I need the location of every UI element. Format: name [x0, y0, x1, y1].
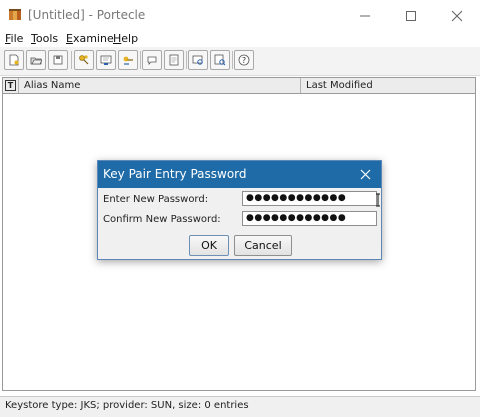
column-header-type[interactable]: T: [3, 78, 19, 93]
dialog-title: Key Pair Entry Password: [103, 167, 247, 181]
confirm-password-field[interactable]: ●●●●●●●●●●●●: [242, 211, 377, 226]
enter-password-field[interactable]: ●●●●●●●●●●●●: [242, 191, 377, 206]
examine-crl-icon: [214, 54, 226, 66]
open-keystore-icon: [30, 57, 42, 65]
menu-examine[interactable]: Examine: [66, 32, 114, 45]
close-window-button[interactable]: [434, 0, 480, 31]
menu-tools[interactable]: Tools: [31, 32, 58, 45]
save-keystore-button[interactable]: [48, 50, 68, 70]
table-header: T Alias Name Last Modified: [3, 78, 475, 94]
new-keystore-icon: [9, 54, 19, 66]
set-keystore-password-button[interactable]: [142, 50, 162, 70]
minimize-button[interactable]: [342, 0, 388, 31]
generate-key-pair-icon: [79, 55, 89, 65]
status-text: Keystore type: JKS; provider: SUN, size:…: [5, 400, 249, 411]
portecle-app-icon: [8, 8, 22, 22]
import-key-pair-button[interactable]: [118, 50, 138, 70]
column-header-last-modified[interactable]: Last Modified: [301, 78, 475, 93]
menu-bar: File Tools Examine Help: [0, 31, 480, 47]
enter-password-label: Enter New Password:: [103, 194, 209, 205]
help-button[interactable]: ?: [234, 50, 254, 70]
dialog-close-button[interactable]: [353, 164, 377, 184]
menu-file[interactable]: File: [5, 32, 23, 45]
generate-key-pair-button[interactable]: [74, 50, 94, 70]
text-cursor-icon: [376, 193, 380, 207]
save-keystore-icon: [53, 55, 63, 65]
set-keystore-password-icon: [147, 56, 157, 65]
import-trusted-certificate-button[interactable]: [96, 50, 116, 70]
maximize-button[interactable]: [388, 0, 434, 31]
examine-certificate-icon: [192, 55, 203, 65]
open-keystore-button[interactable]: [26, 50, 46, 70]
keystore-report-button[interactable]: [164, 50, 184, 70]
keystore-report-icon: [169, 54, 179, 66]
window-title-bar: [Untitled] - Portecle: [0, 0, 480, 31]
menu-help[interactable]: Help: [113, 32, 138, 45]
ok-button[interactable]: OK: [189, 235, 229, 256]
import-trusted-certificate-icon: [100, 55, 112, 65]
examine-crl-button[interactable]: [210, 50, 230, 70]
window-title: [Untitled] - Portecle: [28, 8, 146, 22]
new-keystore-button[interactable]: [4, 50, 24, 70]
dialog-title-bar: Key Pair Entry Password: [98, 161, 381, 188]
cancel-button[interactable]: Cancel: [234, 235, 292, 256]
confirm-password-label: Confirm New Password:: [103, 214, 221, 225]
import-key-pair-icon: [123, 56, 133, 65]
key-pair-entry-password-dialog: Key Pair Entry Password Enter New Passwo…: [97, 160, 382, 260]
type-column-icon: T: [5, 80, 16, 91]
column-header-alias-name[interactable]: Alias Name: [19, 78, 301, 93]
close-icon: [360, 169, 370, 179]
examine-certificate-button[interactable]: [188, 50, 208, 70]
help-icon: ?: [238, 54, 250, 66]
toolbar: ?: [0, 47, 480, 76]
svg-text:?: ?: [242, 56, 246, 65]
status-bar: Keystore type: JKS; provider: SUN, size:…: [0, 396, 480, 417]
